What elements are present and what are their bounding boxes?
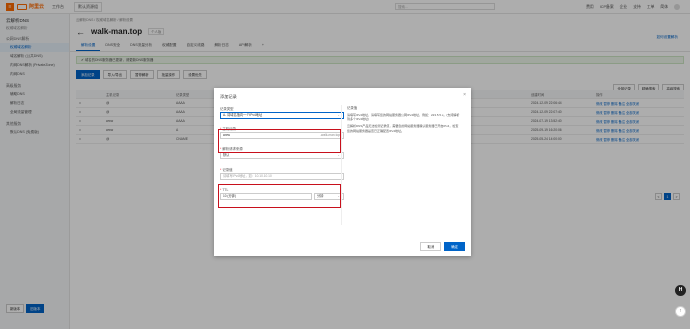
help-text-2: 云解析DNS产品无法检测记录值，需要您的网站服务器确认服务器已开启IPv4，检查… bbox=[347, 124, 459, 133]
help-panel: 记录值 请填写IPv4地址，请填写您的网站服务器公网IPv4地址，例如：223.… bbox=[341, 105, 465, 225]
chevron-down-icon: ⌄ bbox=[337, 113, 340, 117]
value-label: *记录值 bbox=[220, 168, 233, 172]
assistant-icon[interactable]: H bbox=[675, 285, 686, 296]
highlight-host bbox=[218, 129, 341, 153]
chevron-down-icon: ⌄ bbox=[337, 153, 340, 157]
close-icon[interactable]: × bbox=[463, 92, 466, 98]
help-title: 记录值 bbox=[347, 106, 358, 110]
line-select[interactable]: 默认 ⌄ bbox=[220, 152, 344, 159]
cancel-button[interactable]: 取消 bbox=[420, 242, 442, 251]
ok-button[interactable]: 确定 bbox=[444, 242, 465, 251]
dialog-title: 添加记录 bbox=[220, 94, 237, 99]
record-type-label: 记录类型 bbox=[220, 107, 234, 111]
help-text-1: 请填写IPv4地址，请填写您的网站服务器公网IPv4地址，例如：223.5.5.… bbox=[347, 113, 460, 122]
value-input[interactable]: 请填写IPv4地址，如：10.10.10.10 bbox=[220, 173, 344, 180]
dialog-footer: 取消 确定 bbox=[420, 242, 465, 251]
add-record-dialog: 添加记录 × 记录类型 A- 将域名指向一个IPv4地址 ⌄ *主机记录 www… bbox=[214, 88, 471, 256]
back-to-top-icon[interactable]: ↑ bbox=[675, 306, 686, 317]
line-value: 默认 bbox=[223, 153, 230, 157]
record-type-select[interactable]: A- 将域名指向一个IPv4地址 ⌄ bbox=[220, 112, 344, 119]
highlight-value bbox=[218, 184, 341, 208]
record-type-value: A- 将域名指向一个IPv4地址 bbox=[223, 113, 263, 117]
